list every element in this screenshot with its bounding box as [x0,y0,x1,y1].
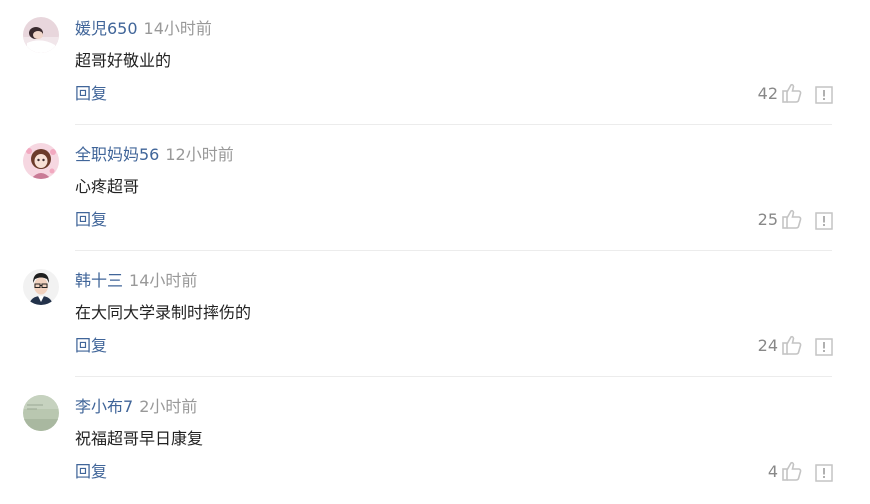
comment-item: 韩十三 14小时前 在大同大学录制时摔伤的 回复 24 [0,252,870,378]
thumbs-up-icon[interactable] [781,208,803,230]
comment-meta: 韩十三 14小时前 [75,270,197,292]
timestamp: 14小时前 [143,19,212,38]
report-icon[interactable] [815,464,833,482]
report-icon[interactable] [815,212,833,230]
username[interactable]: 全职妈妈56 [75,145,159,164]
timestamp: 14小时前 [129,271,198,290]
username[interactable]: 韩十三 [75,271,123,290]
reply-button[interactable]: 回复 [75,335,107,357]
avatar[interactable] [23,17,59,53]
reply-button[interactable]: 回复 [75,461,107,483]
avatar[interactable] [23,395,59,431]
comment-meta: 全职妈妈56 12小时前 [75,144,234,166]
like-count: 25 [757,210,778,229]
reply-button[interactable]: 回复 [75,83,107,105]
thumbs-up-icon[interactable] [781,460,803,482]
divider [75,250,832,251]
username[interactable]: 李小布7 [75,397,133,416]
thumbs-up-icon[interactable] [781,334,803,356]
comment-meta: 媛児650 14小时前 [75,18,212,40]
comment-text: 在大同大学录制时摔伤的 [75,303,252,322]
report-icon[interactable] [815,338,833,356]
like-count: 4 [767,462,778,481]
like-count: 42 [757,84,778,103]
divider [75,124,832,125]
like-count: 24 [757,336,778,355]
comment-meta: 李小布7 2小时前 [75,396,197,418]
comment-item: 媛児650 14小时前 超哥好敬业的 回复 42 [0,0,870,126]
timestamp: 12小时前 [165,145,234,164]
thumbs-up-icon[interactable] [781,82,803,104]
avatar[interactable] [23,269,59,305]
report-icon[interactable] [815,86,833,104]
comment-item: 全职妈妈56 12小时前 心疼超哥 回复 25 [0,126,870,252]
comment-text: 超哥好敬业的 [75,51,172,70]
comment-text: 祝福超哥早日康复 [75,429,204,448]
timestamp: 2小时前 [139,397,198,416]
comment-text: 心疼超哥 [75,177,140,196]
avatar[interactable] [23,143,59,179]
username[interactable]: 媛児650 [75,19,138,38]
divider [75,376,832,377]
comment-item: 李小布7 2小时前 祝福超哥早日康复 回复 4 [0,378,870,504]
reply-button[interactable]: 回复 [75,209,107,231]
